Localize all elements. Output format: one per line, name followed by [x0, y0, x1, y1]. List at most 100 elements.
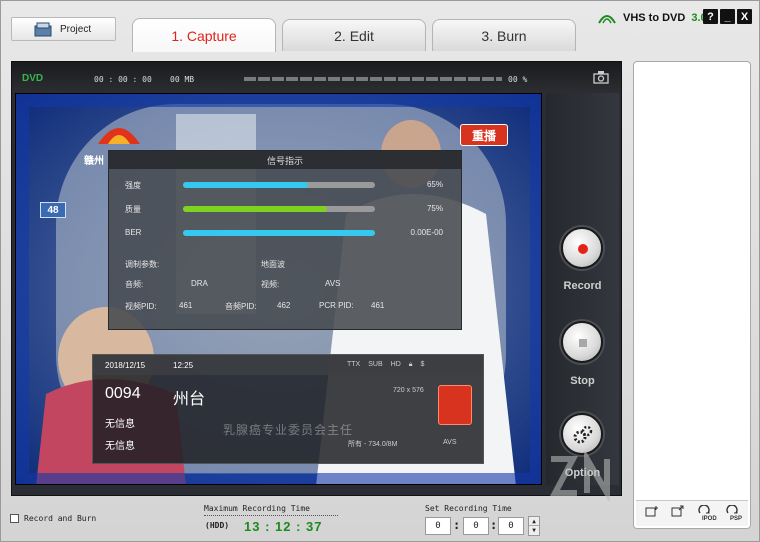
video-value: AVS — [325, 279, 341, 288]
snapshot-camera-icon[interactable] — [593, 70, 609, 84]
vpid-value: 461 — [179, 301, 193, 310]
broadcast-date: 2018/12/15 — [105, 361, 146, 370]
psp-button[interactable]: PSP — [722, 505, 744, 523]
subtitle-text: 乳腺癌专业委员会主任 — [223, 423, 354, 437]
signal-row-ber: BER 0.00E-00 — [125, 227, 455, 239]
stop-label: Stop — [570, 375, 595, 387]
tab-burn[interactable]: 3. Burn — [432, 19, 576, 51]
set-minutes-field[interactable]: 0 — [463, 517, 489, 535]
export-icon — [671, 505, 684, 517]
set-recording-label: Set Recording Time — [425, 504, 512, 513]
capture-status-bar: DVD 00 : 00 : 00 00 MB 00 % — [12, 62, 621, 92]
signal-bar — [183, 206, 375, 212]
signal-label: BER — [125, 228, 142, 237]
apid-value: 462 — [277, 301, 291, 310]
record-button[interactable] — [561, 227, 603, 269]
signal-row-strength: 强度 65% — [125, 179, 455, 191]
project-folder-icon — [34, 22, 52, 37]
spinner-up-icon[interactable]: ▲ — [529, 517, 539, 526]
app-window: Project 1. Capture 2. Edit 3. Burn VHS t… — [0, 0, 760, 542]
option-button[interactable] — [561, 413, 603, 455]
mod-param-value: 地面波 — [261, 260, 285, 269]
stop-button[interactable] — [561, 321, 603, 363]
signal-label: 强度 — [125, 181, 141, 190]
tag-ttx: TTX — [347, 361, 361, 368]
video-resolution: 720 x 576 — [393, 387, 424, 394]
broadcast-clock: 12:25 — [173, 361, 194, 370]
set-seconds-field[interactable]: 0 — [498, 517, 524, 535]
audio-value: DRA — [191, 279, 208, 288]
time-spinner[interactable]: ▲ ▼ — [528, 516, 540, 536]
stop-icon — [579, 339, 587, 347]
dollar-icon: $ — [420, 361, 425, 368]
signal-value: 65% — [426, 180, 443, 189]
signal-bar-fill — [183, 206, 327, 212]
ipod-label: IPOD — [702, 516, 717, 522]
tag-sub: SUB — [368, 361, 383, 368]
signal-bar — [183, 230, 375, 236]
tag-hd: HD — [390, 361, 401, 368]
side-number-sign: 48 — [40, 202, 66, 218]
tab-edit[interactable]: 2. Edit — [282, 19, 426, 51]
channel-name: 州台 — [173, 391, 206, 408]
add-file-button[interactable] — [642, 505, 664, 523]
file-tools: IPOD PSP — [636, 500, 748, 526]
capture-panel: DVD 00 : 00 : 00 00 MB 00 % 赣州 重播 48 信号指… — [11, 61, 622, 496]
program-info-now: 无信息 — [105, 419, 135, 430]
capture-progress-bar — [244, 77, 502, 81]
brand-logo-icon — [598, 15, 616, 24]
ipod-button[interactable]: IPOD — [694, 505, 717, 523]
channel-info-topline: 2018/12/15 12:25 TTX SUB HD 🔒︎ $ — [93, 355, 483, 375]
time-separator: : — [490, 518, 498, 532]
video-label: 视频: — [261, 280, 280, 289]
vpid-label: 视频PID: — [125, 302, 157, 311]
channel-info-overlay: 2018/12/15 12:25 TTX SUB HD 🔒︎ $ 0094 州台… — [92, 354, 484, 464]
channel-logo-text: 赣州 — [84, 156, 104, 167]
export-file-button[interactable] — [668, 505, 690, 523]
project-button[interactable]: Project — [11, 17, 116, 41]
brand-name: VHS to DVD — [623, 12, 686, 24]
signal-info-overlay: 信号指示 强度 65% 质量 75% BER 0.00E-00 调制参数: 地面… — [108, 150, 462, 330]
spinner-down-icon[interactable]: ▼ — [529, 526, 539, 535]
record-and-burn-label: Record and Burn — [24, 514, 97, 523]
signal-label: 质量 — [125, 205, 141, 214]
close-button[interactable]: X — [737, 9, 752, 24]
hdd-label: (HDD) — [205, 521, 230, 530]
project-label: Project — [60, 23, 92, 35]
apid-label: 音频PID: — [225, 302, 257, 311]
gear-icon — [573, 425, 593, 444]
record-and-burn-checkbox[interactable] — [10, 514, 19, 523]
app-brand: VHS to DVD 3.0 — [597, 9, 707, 27]
set-hours-field[interactable]: 0 — [425, 517, 451, 535]
signal-value: 0.00E-00 — [410, 228, 443, 237]
max-recording-time: 13 : 12 : 37 — [244, 519, 323, 534]
watermark-logo — [550, 451, 610, 501]
signal-title: 信号指示 — [109, 151, 461, 169]
signal-bar-fill — [183, 230, 375, 236]
output-format: DVD — [22, 73, 44, 84]
add-file-icon — [645, 506, 658, 517]
channel-number: 0094 — [105, 385, 141, 402]
frequency-info: 所有 - 734.0/8M — [348, 441, 398, 448]
psp-label: PSP — [730, 516, 743, 522]
minimize-button[interactable]: _ — [720, 9, 735, 24]
signal-row-quality: 质量 75% — [125, 203, 455, 215]
tv-icon — [438, 385, 472, 425]
program-info-next: 无信息 — [105, 441, 135, 452]
time-separator: : — [453, 518, 461, 532]
max-recording-label: Maximum Recording Time — [204, 504, 310, 513]
pcr-value: 461 — [371, 301, 385, 310]
tab-capture[interactable]: 1. Capture — [132, 18, 276, 52]
signal-bar — [183, 182, 375, 188]
help-button[interactable]: ? — [703, 9, 718, 24]
file-size: 00 MB — [170, 75, 195, 84]
channel-logo-icon — [98, 128, 140, 144]
capture-controls: Record Stop Option — [546, 93, 619, 485]
record-label: Record — [563, 280, 602, 292]
mod-param-label: 调制参数: — [125, 260, 160, 269]
stream-tags: TTX SUB HD 🔒︎ $ — [347, 361, 424, 369]
signal-value: 75% — [426, 204, 443, 213]
audio-label: 音频: — [125, 280, 144, 289]
file-list-panel[interactable]: IPOD PSP — [633, 61, 751, 529]
lock-icon: 🔒︎ — [408, 361, 413, 368]
